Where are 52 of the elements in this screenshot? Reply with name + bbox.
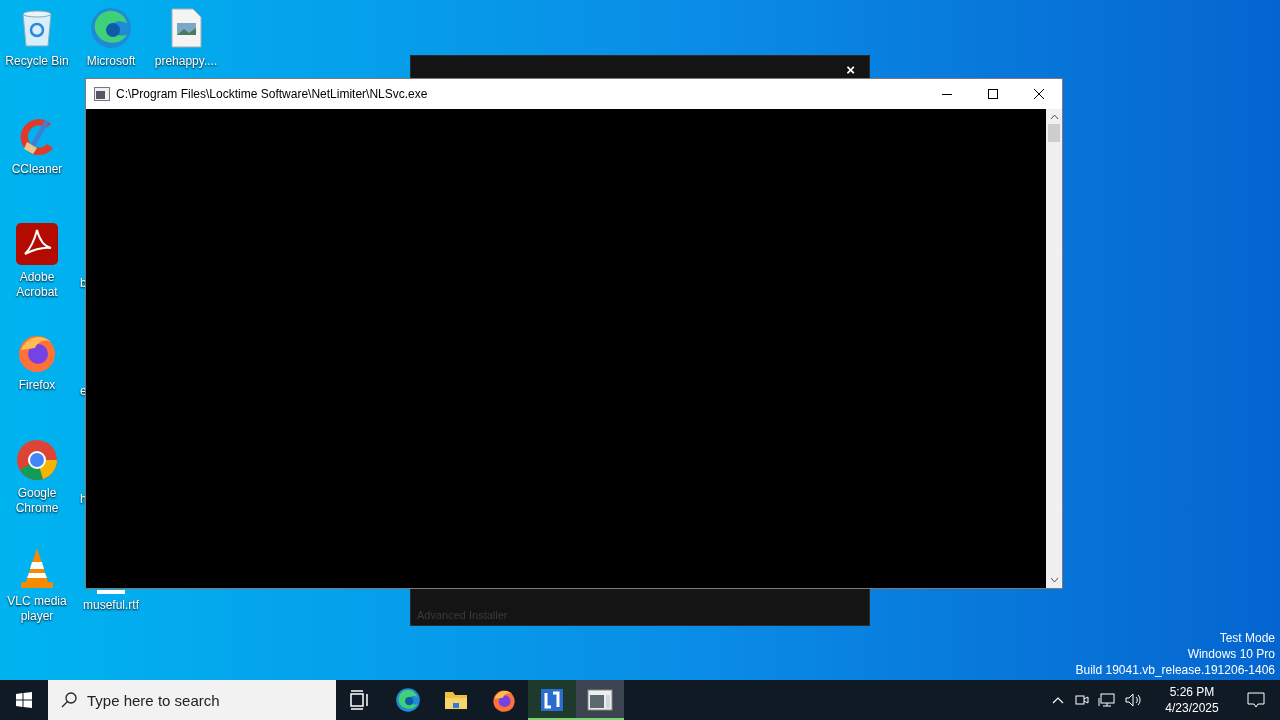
clock-time: 5:26 PM [1169, 684, 1215, 700]
console-window-icon [587, 689, 613, 711]
icon-label: Google Chrome [14, 486, 60, 516]
desktop-icon[interactable]: prehappy.... [149, 6, 223, 69]
task-view-icon [349, 690, 371, 710]
desktop-icon[interactable]: Adobe Acrobat [0, 222, 74, 300]
camera-icon[interactable] [1074, 692, 1090, 708]
desktop-icon[interactable]: VLC media player [0, 546, 74, 624]
icon-label: CCleaner [11, 162, 63, 177]
window-title: C:\Program Files\Locktime Software\NetLimiter\NLSvc.exe [116, 86, 429, 103]
icon-label: VLC media player [6, 594, 68, 624]
edge-icon [89, 6, 133, 50]
desktop-icon[interactable]: CCleaner [0, 114, 74, 177]
desktop-icon[interactable]: Google Chrome [0, 438, 74, 516]
icon-label: Adobe Acrobat [15, 270, 59, 300]
scrollbar[interactable] [1046, 109, 1062, 588]
icon-label: museful.rtf [83, 598, 139, 613]
close-icon [1034, 89, 1044, 99]
scroll-down-icon [1049, 577, 1059, 583]
icon-label: Microsoft [86, 54, 136, 69]
chrome-icon [15, 438, 59, 482]
desktop-icon[interactable]: museful.rtf [74, 590, 148, 613]
desktop-icon[interactable]: Firefox [0, 330, 74, 393]
edge-icon [395, 687, 421, 713]
notification-icon [1247, 692, 1265, 708]
search-icon [61, 692, 77, 708]
clock[interactable]: 5:26 PM 4/23/2025 [1152, 684, 1232, 716]
maximize-icon [988, 89, 998, 99]
netlimiter-icon [540, 688, 564, 712]
desktop-notice-text: Test Mode [1219, 630, 1275, 646]
speaker-icon[interactable] [1124, 692, 1142, 708]
desktop-icon[interactable]: Microsoft [74, 6, 148, 69]
scroll-up-icon [1049, 114, 1059, 120]
acrobat-icon [15, 222, 59, 266]
icon-label: prehappy.... [154, 54, 218, 69]
taskbar-app-button[interactable] [576, 680, 624, 720]
taskbar-app-button[interactable] [528, 680, 576, 720]
minimize-icon [942, 93, 952, 95]
scroll-thumb[interactable] [1048, 124, 1060, 142]
desktop-icon[interactable]: Recycle Bin [0, 6, 74, 69]
icon-label: Recycle Bin [5, 54, 69, 69]
desktop-notice-text: Windows 10 Pro [1187, 646, 1275, 662]
search-field[interactable]: Type here to search [48, 680, 336, 720]
close-button[interactable]: × [846, 62, 855, 77]
chevron-up-icon[interactable] [1052, 696, 1064, 704]
clock-date: 4/23/2025 [1165, 700, 1219, 716]
desktop-notice-text: Build 19041.vb_release.191206-1406 [1075, 662, 1275, 678]
icon-label: Firefox [18, 378, 56, 393]
windows-logo-icon [16, 692, 32, 708]
network-icon[interactable] [1098, 692, 1116, 708]
console-window-icon [94, 87, 110, 101]
folder-icon [444, 689, 468, 711]
